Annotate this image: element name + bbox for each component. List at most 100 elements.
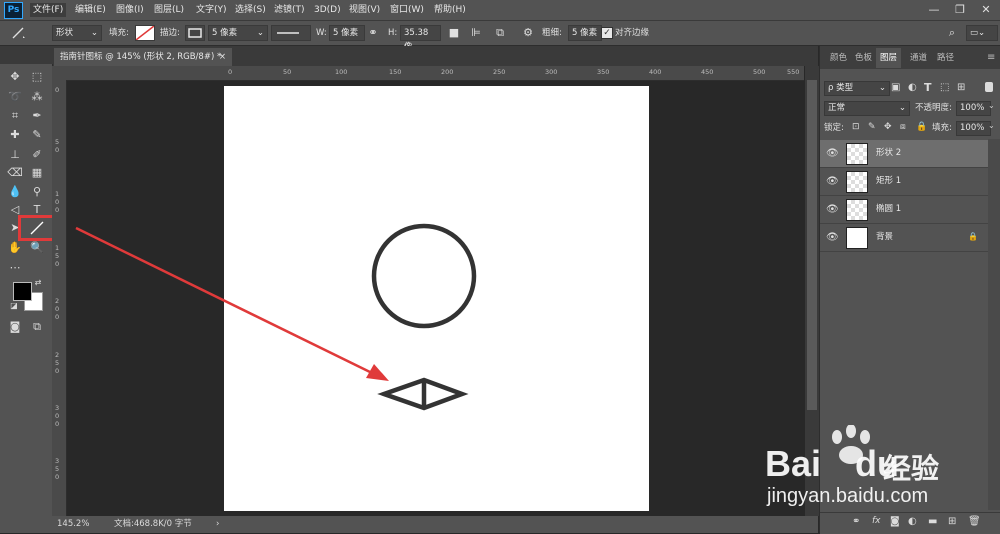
path-alignment-icon[interactable]: ⊫ [468,25,484,41]
brush-tool-icon[interactable]: ✎ [28,126,46,144]
screen-mode-icon[interactable]: ⧉ [28,318,46,336]
path-arrangement-icon[interactable]: ⧉ [492,25,508,41]
foreground-color-swatch[interactable] [13,282,32,301]
layer-row[interactable]: 👁 矩形 1 [820,168,988,196]
chevron-down-icon[interactable]: ⌄ [988,121,995,130]
menu-edit[interactable]: 编辑(E) [72,3,109,17]
search-icon[interactable]: ⌕ [944,25,960,41]
layer-name[interactable]: 背景 [876,224,893,251]
magic-wand-icon[interactable]: ⁂ [28,88,46,106]
filter-toggle[interactable] [985,82,993,92]
filter-shape-icon[interactable]: ⬚ [940,82,949,93]
gear-icon[interactable]: ⚙ [520,25,536,41]
layer-row[interactable]: 👁 椭圆 1 [820,196,988,224]
default-colors-icon[interactable]: ◪ [9,301,19,311]
menu-3d[interactable]: 3D(D) [311,3,344,17]
edit-toolbar-icon[interactable]: ⋯ [6,259,24,277]
scrollbar-thumb[interactable] [807,80,817,410]
stroke-type-select[interactable] [271,25,311,41]
chevron-down-icon[interactable]: ⌄ [988,101,995,110]
minimize-icon[interactable]: — [924,2,944,18]
dodge-tool-icon[interactable]: ⚲ [28,183,46,201]
new-layer-icon[interactable]: ⊞ [948,516,956,527]
crop-tool-icon[interactable]: ⌗ [6,107,24,125]
document-tab[interactable]: 指南针图标 @ 145% (形状 2, RGB/8#) * × [54,48,232,66]
visibility-eye-icon[interactable]: 👁 [826,232,839,244]
layer-filter-select[interactable]: ρ 类型 ⌄ [824,81,890,96]
history-brush-icon[interactable]: ✐ [28,146,46,164]
path-operations-icon[interactable]: ■ [446,25,462,41]
swap-colors-icon[interactable]: ⇄ [33,278,43,288]
zoom-level[interactable]: 145.2% [57,516,89,533]
stroke-width-field[interactable]: 5 像素 ⌄ [208,25,268,41]
menu-file[interactable]: 文件(F) [30,3,67,17]
tool-mode-select[interactable]: 形状 ⌄ [52,25,102,41]
lock-position-icon[interactable]: ✥ [884,122,892,132]
close-window-icon[interactable]: ✕ [976,2,996,18]
eyedropper-icon[interactable]: ✒ [28,107,46,125]
marquee-tool-icon[interactable]: ⬚ [28,68,46,86]
document-canvas[interactable] [224,86,649,511]
adjustment-icon[interactable]: ◐ [908,516,917,527]
fill-swatch[interactable] [135,25,155,41]
panel-menu-icon[interactable]: ≡ [987,52,995,63]
filter-type-icon[interactable]: T [924,81,932,94]
close-tab-icon[interactable]: × [219,48,226,66]
filter-smart-object-icon[interactable]: ⊞ [957,82,965,93]
visibility-eye-icon[interactable]: 👁 [826,176,839,188]
visibility-eye-icon[interactable]: 👁 [826,204,839,216]
trash-icon[interactable]: 🗑 [968,516,981,527]
tab-paths[interactable]: 路径 [933,48,958,68]
tab-layers[interactable]: 图层 [876,48,902,68]
line-tool-preset-icon[interactable] [10,25,26,41]
layer-name[interactable]: 形状 2 [876,140,901,167]
filter-pixel-icon[interactable]: ▣ [891,82,900,93]
tab-color[interactable]: 颜色 [826,48,851,68]
menu-help[interactable]: 帮助(H) [431,3,469,17]
stroke-swatch[interactable] [185,25,205,41]
menu-filter[interactable]: 滤镜(T) [271,3,308,17]
lock-artboard-icon[interactable]: ⧈ [900,122,906,132]
group-icon[interactable]: ▬ [928,516,937,527]
filter-adjustment-icon[interactable]: ◐ [908,82,917,93]
menu-layer[interactable]: 图层(L) [151,3,187,17]
hand-tool-icon[interactable]: ✋ [6,239,24,257]
lock-pixels-icon[interactable]: ✎ [868,122,876,132]
workspace-switcher[interactable]: ▭⌄ [966,25,998,41]
lasso-tool-icon[interactable]: ➰ [6,88,24,106]
fill-field[interactable]: 100% [956,121,991,136]
menu-window[interactable]: 窗口(W) [387,3,427,17]
restore-icon[interactable]: ❐ [950,2,970,18]
menu-type[interactable]: 文字(Y) [193,3,230,17]
align-edges-checkbox[interactable]: ✓ [601,27,613,39]
width-field[interactable]: 5 像素 [329,25,365,41]
quick-mask-icon[interactable]: ◙ [6,318,24,336]
lock-all-icon[interactable]: 🔒 [916,122,927,132]
opacity-field[interactable]: 100% [956,101,991,116]
clone-stamp-icon[interactable]: ⊥ [6,146,24,164]
zoom-tool-icon[interactable]: 🔍 [28,239,46,257]
gradient-tool-icon[interactable]: ▦ [28,164,46,182]
menu-select[interactable]: 选择(S) [232,3,269,17]
blur-tool-icon[interactable]: 💧 [6,183,24,201]
link-dimensions-icon[interactable]: ⚭ [365,25,381,41]
height-field[interactable]: 35.38 像 [400,25,441,52]
healing-brush-icon[interactable]: ✚ [6,126,24,144]
menu-image[interactable]: 图像(I) [113,3,147,17]
tab-swatches[interactable]: 色板 [851,48,876,68]
lock-transparent-icon[interactable]: ⊡ [852,122,860,132]
move-tool-icon[interactable]: ✥ [6,68,24,86]
link-icon[interactable]: ⚭ [852,516,860,527]
layer-name[interactable]: 椭圆 1 [876,196,901,223]
mask-icon[interactable]: ◙ [890,516,900,527]
tab-channels[interactable]: 通道 [906,48,931,68]
status-menu-icon[interactable]: › [216,516,219,533]
menu-view[interactable]: 视图(V) [346,3,383,17]
weight-field[interactable]: 5 像素 [568,25,602,41]
layer-row[interactable]: 👁 形状 2 [820,140,988,168]
layer-row[interactable]: 👁 背景 🔒 [820,224,988,252]
visibility-eye-icon[interactable]: 👁 [826,148,839,160]
fx-icon[interactable]: fx [872,516,881,526]
blend-mode-select[interactable]: 正常 ⌄ [824,101,910,116]
layer-name[interactable]: 矩形 1 [876,168,901,195]
